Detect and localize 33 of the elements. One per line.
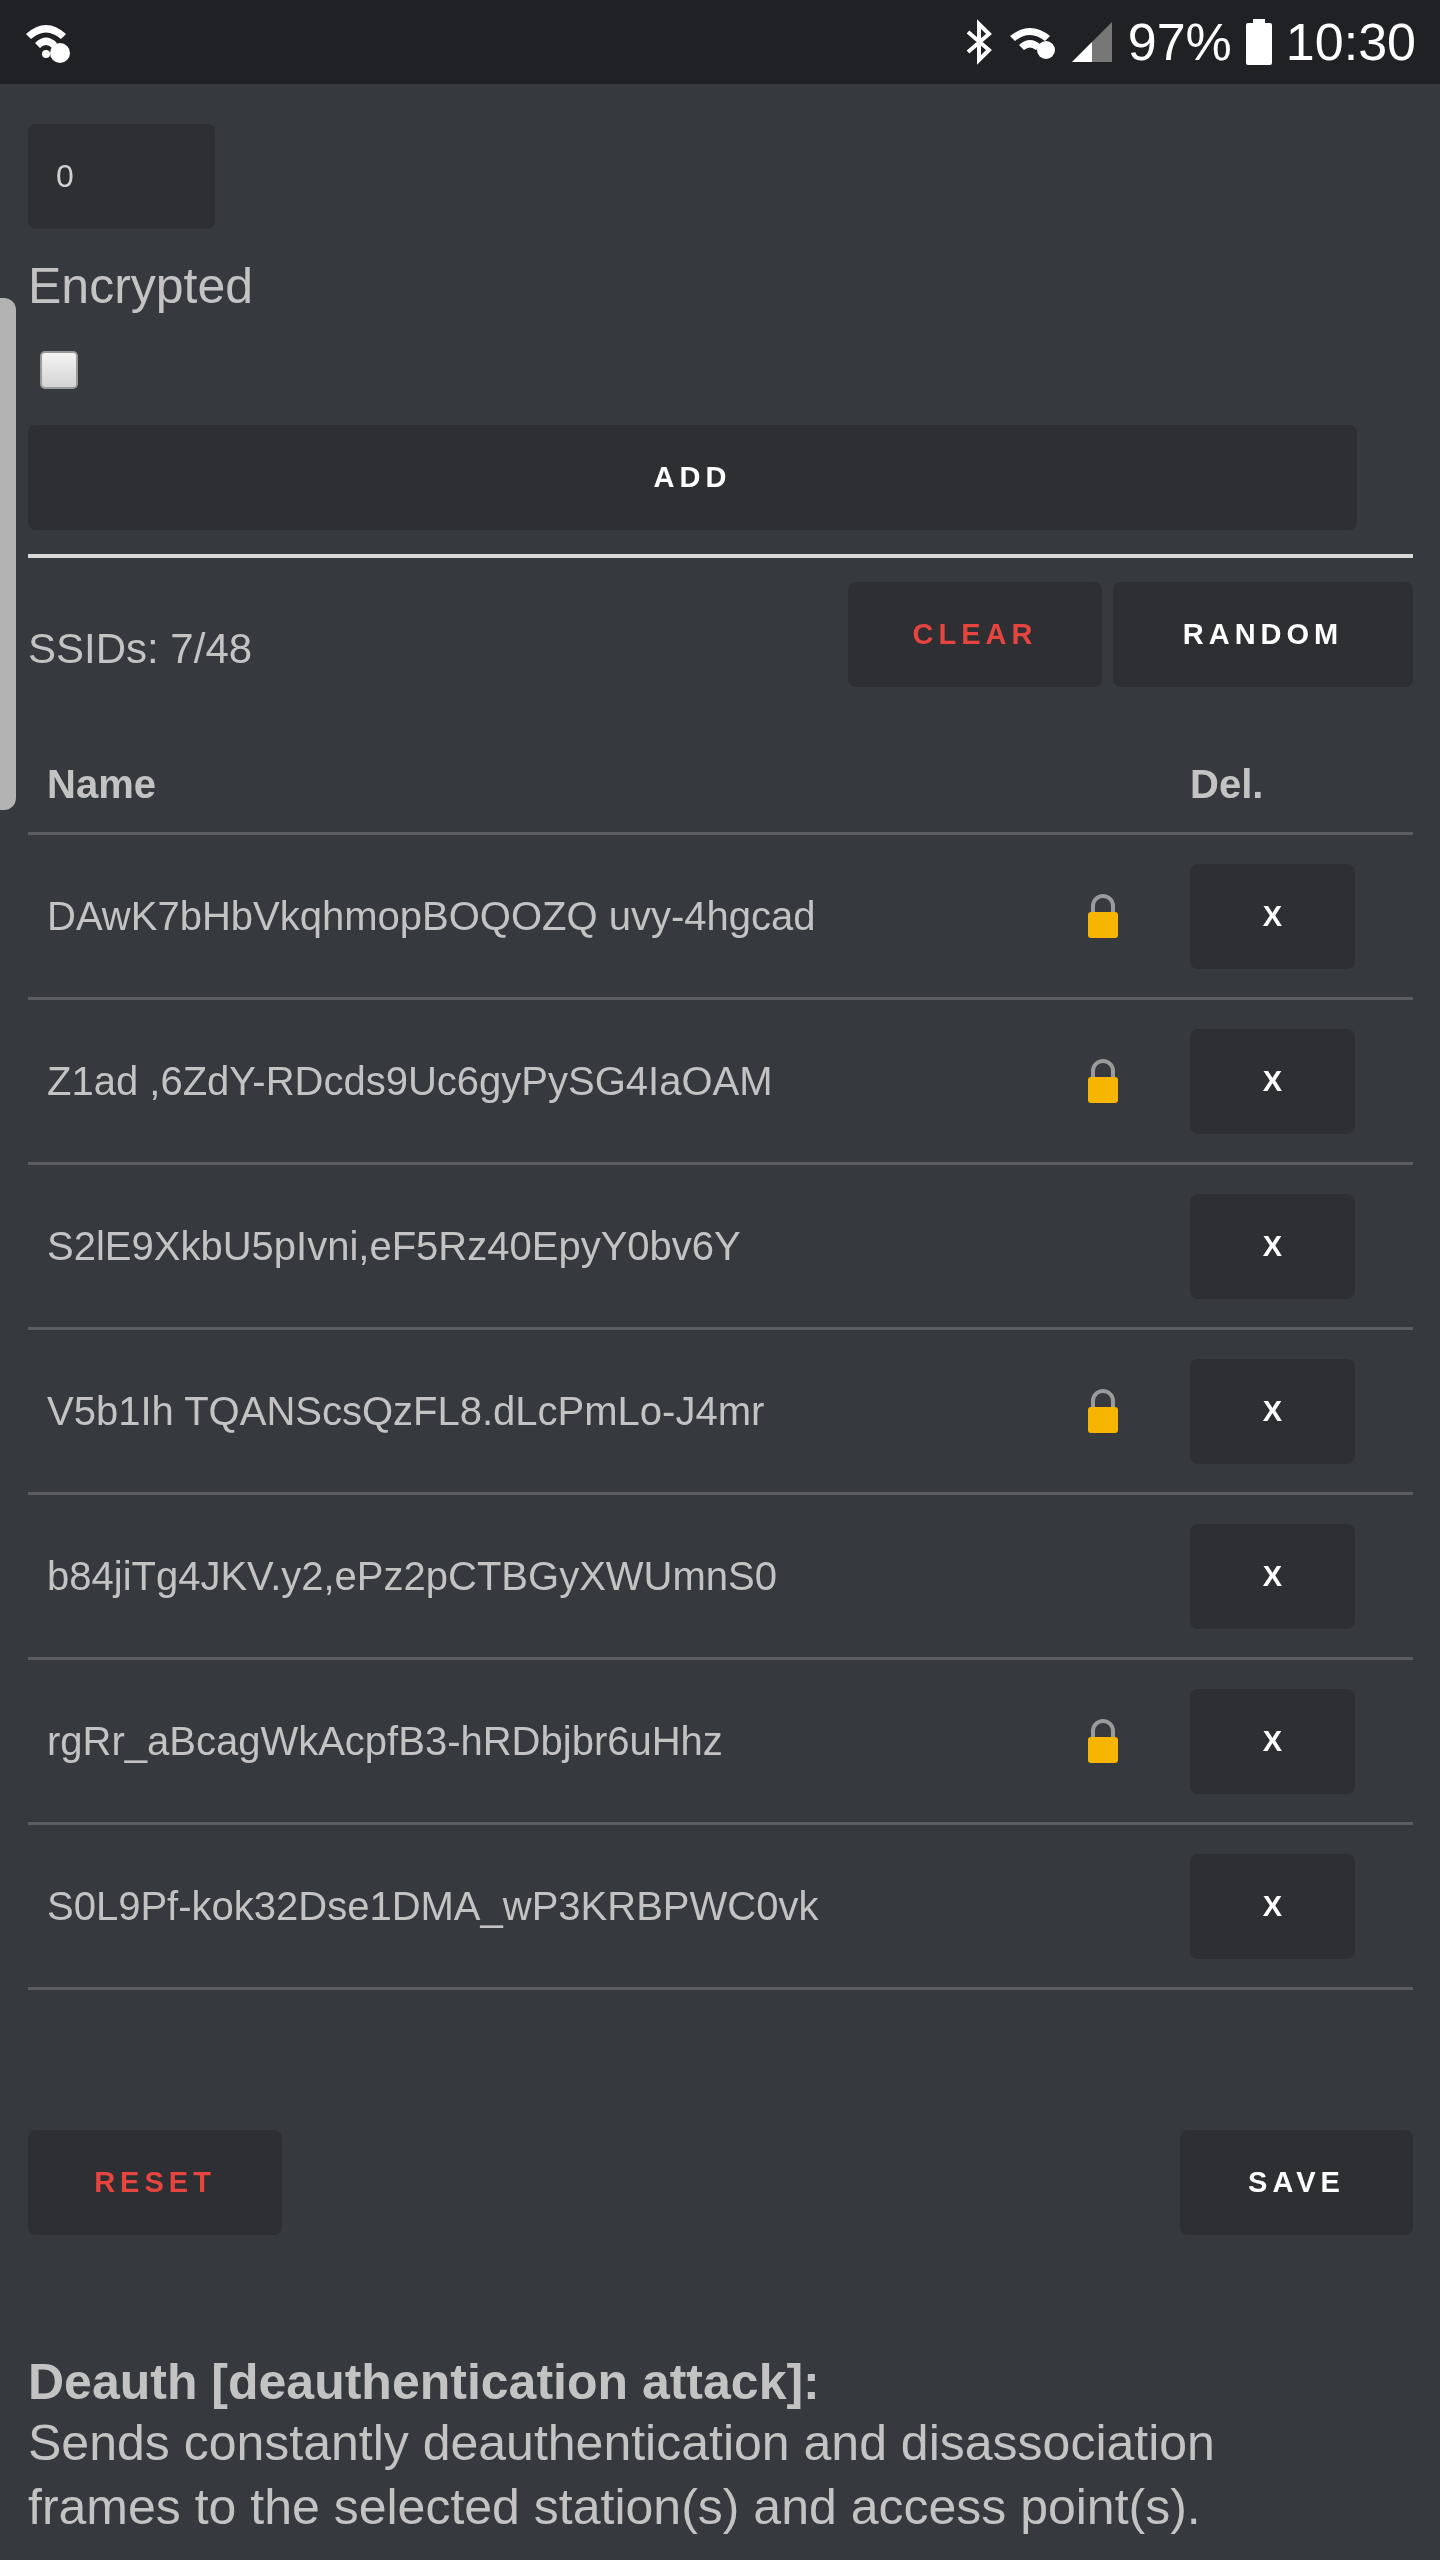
info-text: Sends constantly deauthentication and disassociation frames to the selected station(s) and access point(s). — [28, 2414, 1216, 2537]
save-button[interactable]: SAVE — [1180, 2130, 1413, 2235]
delete-button[interactable]: X — [1190, 1853, 1355, 1959]
ssid-name: V5b1Ih TQANScsQzFL8.dLcPmLo-J4mr — [47, 1388, 766, 1434]
random-button[interactable]: RANDOM — [1113, 582, 1413, 687]
ssid-name: b84jiTg4JKV.y2,ePz2pCTBGyXWUmnS0 — [47, 1553, 778, 1599]
ssid-count: SSIDs: 7/48 — [28, 625, 254, 674]
battery-percent: 97% — [1127, 12, 1232, 72]
ssid-name: rgRr_aBcagWkAcpfB3-hRDbjbr6uHhz — [47, 1718, 724, 1764]
ssid-name: S2lE9XkbU5pIvni,eF5Rz40EpyY0bv6Y — [47, 1223, 742, 1269]
ssid-name: Z1ad ,6ZdY-RDcds9Uc6gyPySG4IaOAM — [47, 1058, 774, 1104]
drawer-handle[interactable] — [0, 298, 16, 810]
clones-input-field[interactable]: 0 — [28, 124, 215, 229]
add-button[interactable]: ADD — [28, 425, 1357, 530]
delete-button[interactable]: X — [1190, 1193, 1355, 1299]
padlock-icon — [1086, 893, 1120, 939]
battery-icon — [1245, 19, 1272, 65]
delete-button[interactable]: X — [1190, 1523, 1355, 1629]
padlock-icon — [1086, 1388, 1120, 1434]
delete-button[interactable]: X — [1190, 863, 1355, 969]
column-header: Del. — [1190, 762, 1265, 807]
encrypted-label: Encrypted — [28, 257, 255, 315]
padlock-icon — [1086, 1718, 1120, 1764]
info-title: Deauth [deauthentication attack]: — [28, 2353, 821, 2411]
delete-button[interactable]: X — [1190, 1358, 1355, 1464]
ssid-name: DAwK7bHbVkqhmopBOQOZQ uvy-4hgcad — [47, 893, 817, 939]
encrypted-checkbox[interactable] — [40, 351, 78, 389]
ssid-name: S0L9Pf-kok32Dse1DMA_wP3KRBPWC0vk — [47, 1883, 820, 1929]
delete-button[interactable]: X — [1190, 1688, 1355, 1794]
column-header: Name — [47, 762, 157, 807]
delete-button[interactable]: X — [1190, 1028, 1355, 1134]
clock-time: 10:30 — [1285, 12, 1416, 72]
padlock-icon — [1086, 1058, 1120, 1104]
